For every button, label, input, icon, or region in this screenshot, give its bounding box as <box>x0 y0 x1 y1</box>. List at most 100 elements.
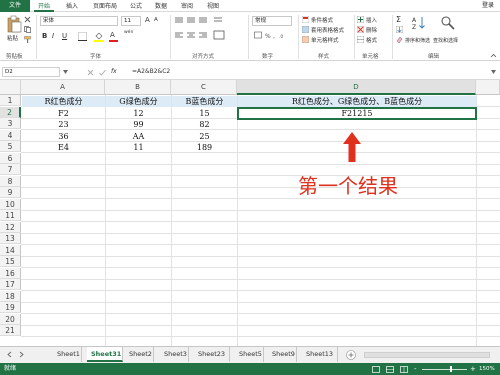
font-size-select[interactable]: 11 <box>121 16 141 26</box>
bold-button[interactable]: B <box>42 32 47 40</box>
number-format-icons[interactable]: % , .0 <box>254 31 290 41</box>
row-header[interactable]: 6 <box>0 152 21 164</box>
row-header[interactable]: 4 <box>0 129 21 141</box>
table-cell[interactable]: 99 <box>106 119 171 130</box>
column-header-d[interactable]: D <box>237 80 476 95</box>
expand-formula-icon[interactable] <box>491 70 496 74</box>
cancel-icon[interactable] <box>87 69 94 76</box>
border-icon[interactable] <box>78 32 87 41</box>
table-cell[interactable]: 36 <box>22 131 105 142</box>
column-header-b[interactable]: B <box>105 80 171 95</box>
zoom-out-button[interactable]: - <box>414 363 417 375</box>
row-header[interactable]: 8 <box>0 175 21 187</box>
zoom-level[interactable]: 150% <box>479 363 495 375</box>
format-cells-button[interactable]: 格式 <box>366 36 377 44</box>
cut-icon[interactable] <box>24 16 31 23</box>
row-header[interactable]: 16 <box>0 267 21 279</box>
header-cell-c1[interactable]: B蓝色成分 <box>172 96 237 107</box>
row-header[interactable]: 1 <box>0 95 21 107</box>
tab-review[interactable]: 审阅 <box>178 1 196 12</box>
table-cell[interactable]: E4 <box>22 142 105 153</box>
grow-font-button[interactable]: A <box>145 16 150 24</box>
header-cell-a1[interactable]: R红色成分 <box>22 96 105 107</box>
row-header[interactable]: 9 <box>0 187 21 199</box>
row-header[interactable]: 7 <box>0 164 21 176</box>
zoom-slider-thumb[interactable] <box>450 366 452 372</box>
insert-function-button[interactable]: fx <box>111 68 117 75</box>
find-select-icon[interactable] <box>440 15 456 31</box>
row-header[interactable]: 17 <box>0 279 21 291</box>
sheet-tab[interactable]: Sheet5 <box>235 347 264 362</box>
shrink-font-button[interactable]: A <box>154 17 158 23</box>
table-cell[interactable]: 82 <box>172 119 237 130</box>
table-cell[interactable]: F2 <box>22 108 105 119</box>
format-as-table-button[interactable]: 套用表格格式 <box>311 26 344 34</box>
table-cell[interactable]: 189 <box>172 142 237 153</box>
sheet-tab[interactable]: Sheet13 <box>302 347 338 362</box>
insert-cells-button[interactable]: 插入 <box>366 16 377 24</box>
tab-home[interactable]: 开始 <box>34 1 54 12</box>
italic-button[interactable]: I <box>52 32 54 40</box>
row-header[interactable]: 2 <box>0 106 21 118</box>
row-header[interactable]: 15 <box>0 256 21 268</box>
header-cell-d1[interactable]: R红色成分、G绿色成分、B蓝色成分 <box>238 96 476 107</box>
tab-file[interactable]: 文件 <box>0 0 30 12</box>
column-header-c[interactable]: C <box>171 80 237 95</box>
add-sheet-icon[interactable] <box>346 350 356 360</box>
sheet-tab[interactable]: Sheet23 <box>194 347 230 362</box>
sheet-tab[interactable]: Sheet9 <box>268 347 297 362</box>
copy-icon[interactable] <box>24 26 31 33</box>
font-name-select[interactable]: 宋体 <box>40 16 118 26</box>
name-box[interactable]: D2 <box>2 67 60 77</box>
tab-view[interactable]: 视图 <box>204 1 222 12</box>
horizontal-scrollbar[interactable] <box>364 352 490 358</box>
find-select-label[interactable]: 查找和选择 <box>433 37 458 44</box>
login-link[interactable]: 登录 <box>482 1 494 11</box>
tab-formulas[interactable]: 公式 <box>128 1 144 12</box>
sort-filter-icon[interactable]: AZ <box>412 15 428 31</box>
delete-cells-button[interactable]: 删除 <box>366 26 377 34</box>
cell-styles-button[interactable]: 单元格样式 <box>311 36 339 44</box>
font-color-button[interactable]: A <box>110 31 115 39</box>
conditional-format-button[interactable]: 条件格式 <box>311 16 333 24</box>
tab-data[interactable]: 数据 <box>152 1 170 12</box>
column-header-next[interactable] <box>476 80 500 95</box>
table-cell[interactable]: 11 <box>106 142 171 153</box>
phonetic-button[interactable]: wén <box>124 30 133 35</box>
table-cell[interactable]: AA <box>106 131 171 142</box>
fill-color-icon[interactable] <box>94 31 104 42</box>
clear-icon[interactable] <box>396 36 403 43</box>
normal-view-icon[interactable] <box>372 366 380 373</box>
select-all-corner[interactable] <box>0 80 21 95</box>
sheet-tab-active[interactable]: Sheet31 <box>87 347 123 362</box>
sheet-tab[interactable]: Sheet3 <box>160 347 189 362</box>
row-header[interactable]: 21 <box>0 325 21 337</box>
collapse-ribbon-icon[interactable] <box>490 53 497 58</box>
zoom-slider[interactable] <box>422 368 467 370</box>
row-header[interactable]: 13 <box>0 233 21 245</box>
row-header[interactable]: 20 <box>0 313 21 325</box>
format-painter-icon[interactable] <box>24 36 31 43</box>
row-header[interactable]: 11 <box>0 210 21 222</box>
header-cell-b1[interactable]: G绿色成分 <box>106 96 171 107</box>
row-header[interactable]: 10 <box>0 198 21 210</box>
page-break-view-icon[interactable] <box>400 366 408 373</box>
table-cell[interactable]: 23 <box>22 119 105 130</box>
scroll-right-icon[interactable] <box>18 351 25 358</box>
worksheet-grid[interactable]: A B C D 1 2 3 4 5 6 7 8 9 10 11 12 13 14 15 16 17 18 19 20 2… <box>0 80 500 346</box>
number-format-select[interactable]: 常规 <box>252 16 292 26</box>
fill-down-icon[interactable] <box>396 26 403 33</box>
sheet-tab[interactable]: Sheet1 <box>53 347 82 362</box>
tab-insert[interactable]: 插入 <box>62 1 82 12</box>
page-layout-view-icon[interactable] <box>386 366 394 373</box>
row-header[interactable]: 19 <box>0 302 21 314</box>
enter-icon[interactable] <box>99 69 106 76</box>
autosum-button[interactable]: Σ <box>396 15 401 24</box>
table-cell[interactable]: 12 <box>106 108 171 119</box>
row-header[interactable]: 12 <box>0 221 21 233</box>
formula-input[interactable]: =A2&B2&C2 <box>132 68 170 75</box>
zoom-in-button[interactable]: + <box>470 363 476 375</box>
row-header[interactable]: 18 <box>0 290 21 302</box>
paste-label[interactable]: 粘贴 <box>7 34 18 42</box>
scroll-left-icon[interactable] <box>6 351 13 358</box>
